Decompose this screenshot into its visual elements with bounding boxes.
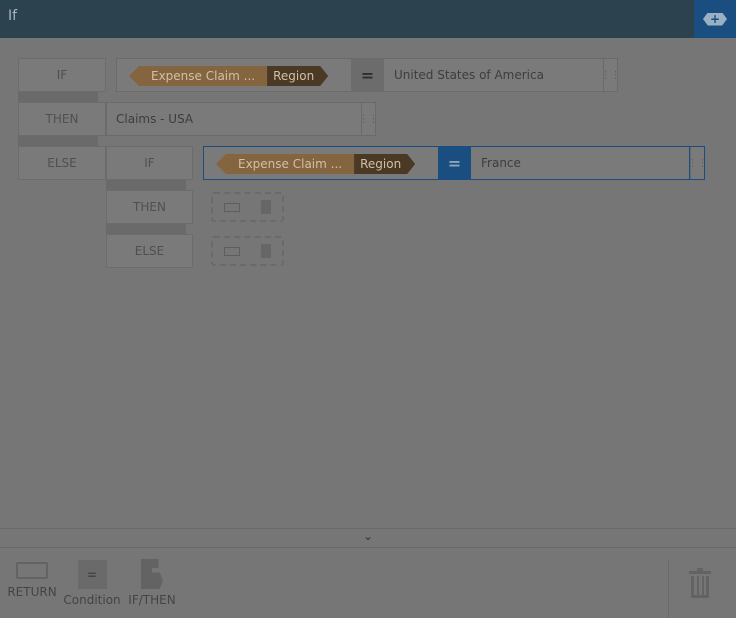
field-name: Region	[354, 154, 415, 174]
divider	[106, 224, 186, 234]
ifthen-icon	[261, 200, 272, 214]
divider	[18, 136, 98, 146]
field-pill[interactable]: Expense Claim ... Region	[216, 154, 438, 174]
field-name: Region	[267, 66, 328, 86]
then-label: THEN	[18, 102, 106, 136]
trash-icon[interactable]	[688, 568, 712, 600]
else-drop-zone[interactable]	[211, 236, 284, 266]
else-label: ELSE	[106, 234, 193, 268]
condition-tool[interactable]: = Condition	[63, 560, 121, 607]
divider	[106, 180, 186, 190]
if-label: IF	[106, 146, 193, 180]
operator-button[interactable]: =	[438, 147, 471, 179]
ifthen-tool[interactable]: IF/THEN	[128, 559, 176, 607]
add-button[interactable]: +	[694, 0, 736, 38]
operator-button[interactable]: =	[351, 59, 384, 91]
then-value-box[interactable]: Claims - USA ⋮⋮	[106, 102, 379, 136]
value-input[interactable]: United States of America	[384, 59, 603, 91]
condition-icon: =	[77, 560, 107, 589]
then-drop-zone[interactable]	[211, 192, 284, 222]
collapse-toggle[interactable]: ⌄	[0, 528, 736, 548]
drag-handle-icon[interactable]: ⋮⋮	[688, 147, 708, 179]
return-label: RETURN	[7, 585, 57, 599]
divider	[18, 92, 98, 102]
return-icon	[223, 246, 240, 256]
return-icon	[16, 562, 48, 579]
condition-row-1[interactable]: Expense Claim ... Region = United States …	[116, 58, 621, 92]
ifthen-icon	[141, 559, 163, 589]
field-entity: Expense Claim ...	[216, 154, 355, 174]
header-bar	[0, 0, 736, 38]
divider	[668, 560, 669, 618]
add-badge-icon: +	[703, 12, 727, 26]
then-value: Claims - USA	[116, 112, 194, 126]
if-label: IF	[18, 58, 106, 92]
condition-label: Condition	[63, 593, 121, 607]
field-entity: Expense Claim ...	[129, 66, 268, 86]
value-input[interactable]: France	[471, 147, 690, 179]
chevron-down-icon: ⌄	[362, 529, 374, 543]
return-tool[interactable]: RETURN	[7, 562, 57, 599]
page-title: If	[8, 8, 18, 24]
drag-handle-icon[interactable]: ⋮⋮	[601, 59, 621, 91]
drag-handle-icon[interactable]: ⋮⋮	[359, 103, 379, 135]
field-pill[interactable]: Expense Claim ... Region	[129, 66, 351, 86]
return-icon	[223, 202, 240, 212]
ifthen-icon	[261, 244, 272, 258]
condition-row-2[interactable]: Expense Claim ... Region = France ⋮⋮	[203, 146, 708, 180]
then-label: THEN	[106, 190, 193, 224]
else-label: ELSE	[18, 146, 106, 180]
ifthen-label: IF/THEN	[128, 593, 176, 607]
